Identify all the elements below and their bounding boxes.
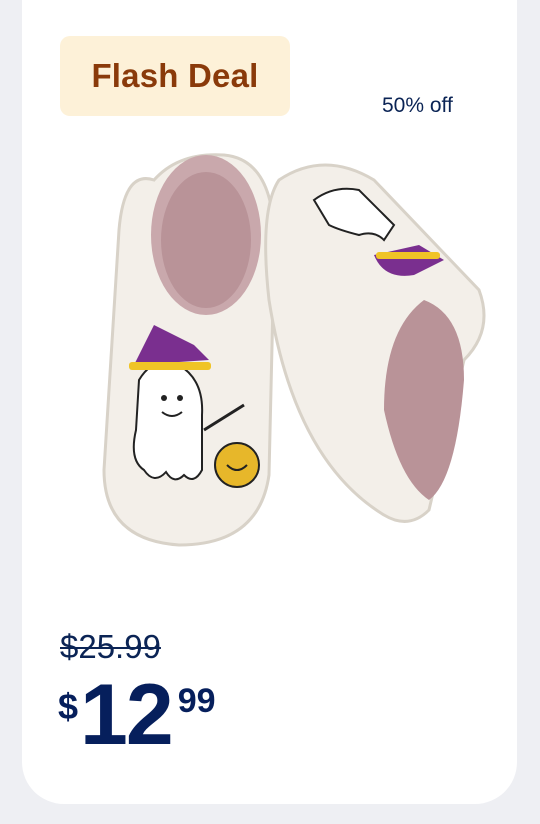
price-cents: 99: [177, 682, 216, 720]
currency-symbol: $: [58, 686, 79, 727]
right-slipper-illustration: [264, 163, 486, 523]
flash-deal-badge: Flash Deal: [60, 36, 290, 116]
flash-deal-label: Flash Deal: [91, 57, 259, 94]
left-slipper-illustration: [102, 153, 276, 547]
sale-price: $ 12 99: [58, 672, 216, 758]
price-whole: 12: [80, 667, 174, 763]
discount-label: 50% off: [382, 94, 453, 117]
product-image[interactable]: [84, 140, 504, 560]
product-card[interactable]: Flash Deal 50% off $25.99 $ 12 99: [22, 0, 517, 804]
original-price: $25.99: [60, 628, 161, 665]
